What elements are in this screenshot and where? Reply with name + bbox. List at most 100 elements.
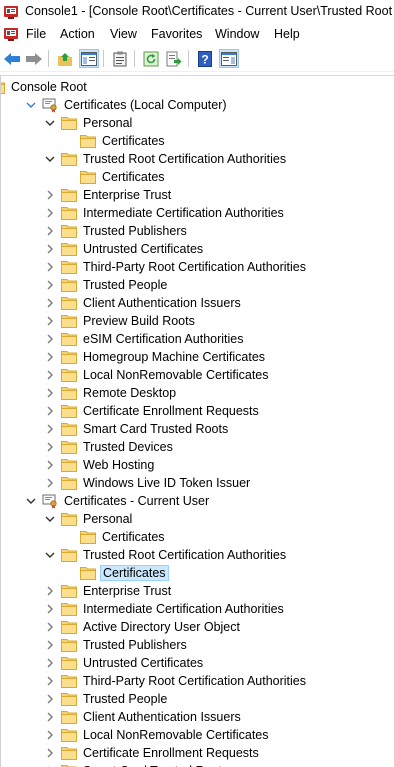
chevron-right-icon[interactable] [44, 477, 56, 489]
export-list-button[interactable] [164, 49, 184, 68]
tree-node[interactable]: Untrusted Certificates [44, 654, 205, 672]
tree-node[interactable]: Enterprise Trust [44, 186, 173, 204]
chevron-right-icon[interactable] [44, 261, 56, 273]
chevron-right-icon[interactable] [44, 423, 56, 435]
chevron-right-icon[interactable] [44, 729, 56, 741]
tree-node[interactable]: Console Root [1, 78, 89, 96]
chevron-right-icon[interactable] [44, 315, 56, 327]
tree-node[interactable]: Client Authentication Issuers [44, 294, 243, 312]
system-menu-icon[interactable] [3, 26, 19, 42]
tree-node[interactable]: Enterprise Trust [44, 582, 173, 600]
menu-action[interactable]: Action [58, 27, 97, 41]
tree-node[interactable]: Intermediate Certification Authorities [44, 204, 286, 222]
refresh-button[interactable] [141, 49, 161, 68]
tree-node[interactable]: Third-Party Root Certification Authoriti… [44, 258, 308, 276]
chevron-right-icon[interactable] [44, 189, 56, 201]
chevron-right-icon[interactable] [44, 207, 56, 219]
tree-node-label: Client Authentication Issuers [83, 296, 241, 310]
tree-node[interactable]: Certificates [63, 564, 169, 582]
tree-node-label: Remote Desktop [83, 386, 177, 400]
chevron-right-icon[interactable] [44, 333, 56, 345]
menu-favorites[interactable]: Favorites [149, 27, 204, 41]
tree-node[interactable]: Personal [44, 114, 134, 132]
export-list-icon [166, 51, 182, 66]
chevron-right-icon[interactable] [44, 621, 56, 633]
tree-node-label: Certificate Enrollment Requests [83, 746, 259, 760]
forward-button[interactable] [24, 49, 44, 68]
chevron-right-icon[interactable] [44, 711, 56, 723]
menu-window[interactable]: Window [213, 27, 261, 41]
tree-node[interactable]: Personal [44, 510, 134, 528]
tree-node[interactable]: Untrusted Certificates [44, 240, 205, 258]
chevron-right-icon[interactable] [44, 657, 56, 669]
tree-node[interactable]: Local NonRemovable Certificates [44, 366, 271, 384]
tree-node[interactable]: Smart Card Trusted Roots [44, 762, 230, 767]
mmc-app-icon[interactable] [3, 4, 19, 20]
console-tree[interactable]: Console Root Certificates (Local Computer… [0, 75, 394, 767]
show-hide-action-pane-button[interactable] [219, 49, 239, 68]
tree-node[interactable]: Remote Desktop [44, 384, 178, 402]
tree-node[interactable]: Certificates (Local Computer) [25, 96, 229, 114]
tree-node[interactable]: Certificates [63, 132, 167, 150]
tree-node[interactable]: Client Authentication Issuers [44, 708, 243, 726]
chevron-right-icon[interactable] [44, 279, 56, 291]
menu-view[interactable]: View [108, 27, 139, 41]
chevron-right-icon[interactable] [44, 387, 56, 399]
chevron-down-icon[interactable] [44, 549, 56, 561]
chevron-down-icon[interactable] [44, 117, 56, 129]
back-button[interactable] [2, 49, 22, 68]
chevron-down-icon[interactable] [25, 99, 37, 111]
tree-node[interactable]: Homegroup Machine Certificates [44, 348, 267, 366]
chevron-down-icon[interactable] [25, 495, 37, 507]
help-button[interactable]: ? [195, 49, 215, 68]
chevron-down-icon[interactable] [44, 513, 56, 525]
tree-node[interactable]: Trusted Publishers [44, 636, 189, 654]
tree-node[interactable]: Intermediate Certification Authorities [44, 600, 286, 618]
tree-node[interactable]: Certificates - Current User [25, 492, 211, 510]
chevron-right-icon[interactable] [44, 243, 56, 255]
menu-file[interactable]: File [24, 27, 48, 41]
chevron-right-icon[interactable] [44, 747, 56, 759]
tree-node-label: Trusted Publishers [83, 224, 187, 238]
chevron-right-icon[interactable] [44, 585, 56, 597]
tree-node[interactable]: Third-Party Root Certification Authoriti… [44, 672, 308, 690]
tree-node[interactable]: Windows Live ID Token Issuer [44, 474, 252, 492]
menu-bar: File Action View Favorites Window Help [0, 24, 394, 45]
tree-node[interactable]: Trusted People [44, 276, 169, 294]
tree-node-label: Enterprise Trust [83, 584, 172, 598]
chevron-right-icon[interactable] [44, 693, 56, 705]
chevron-right-icon[interactable] [44, 351, 56, 363]
tree-node[interactable]: Certificate Enrollment Requests [44, 402, 261, 420]
tree-node[interactable]: Trusted Root Certification Authorities [44, 150, 288, 168]
chevron-right-icon[interactable] [44, 297, 56, 309]
menu-help[interactable]: Help [272, 27, 302, 41]
chevron-right-icon[interactable] [44, 369, 56, 381]
chevron-right-icon[interactable] [44, 603, 56, 615]
show-hide-console-tree-button[interactable] [79, 49, 99, 68]
chevron-right-icon[interactable] [44, 441, 56, 453]
tree-node[interactable]: Trusted Publishers [44, 222, 189, 240]
tree-node[interactable]: Trusted Root Certification Authorities [44, 546, 288, 564]
tree-node-label: Trusted Publishers [83, 638, 187, 652]
chevron-right-icon[interactable] [44, 405, 56, 417]
tree-node[interactable]: Trusted People [44, 690, 169, 708]
folder-icon [61, 422, 77, 436]
chevron-right-icon[interactable] [44, 639, 56, 651]
tree-node[interactable]: Active Directory User Object [44, 618, 242, 636]
tree-node[interactable]: Certificate Enrollment Requests [44, 744, 261, 762]
tree-node[interactable]: eSIM Certification Authorities [44, 330, 246, 348]
chevron-right-icon[interactable] [44, 675, 56, 687]
tree-node[interactable]: Certificates [63, 528, 167, 546]
up-one-level-button[interactable] [55, 49, 75, 68]
tree-node[interactable]: Preview Build Roots [44, 312, 197, 330]
chevron-down-icon[interactable] [44, 153, 56, 165]
properties-button[interactable] [110, 49, 130, 68]
folder-icon [1, 80, 5, 94]
chevron-right-icon[interactable] [44, 459, 56, 471]
chevron-right-icon[interactable] [44, 225, 56, 237]
tree-node[interactable]: Smart Card Trusted Roots [44, 420, 230, 438]
tree-node[interactable]: Trusted Devices [44, 438, 175, 456]
tree-node[interactable]: Certificates [63, 168, 167, 186]
tree-node[interactable]: Web Hosting [44, 456, 156, 474]
tree-node[interactable]: Local NonRemovable Certificates [44, 726, 271, 744]
